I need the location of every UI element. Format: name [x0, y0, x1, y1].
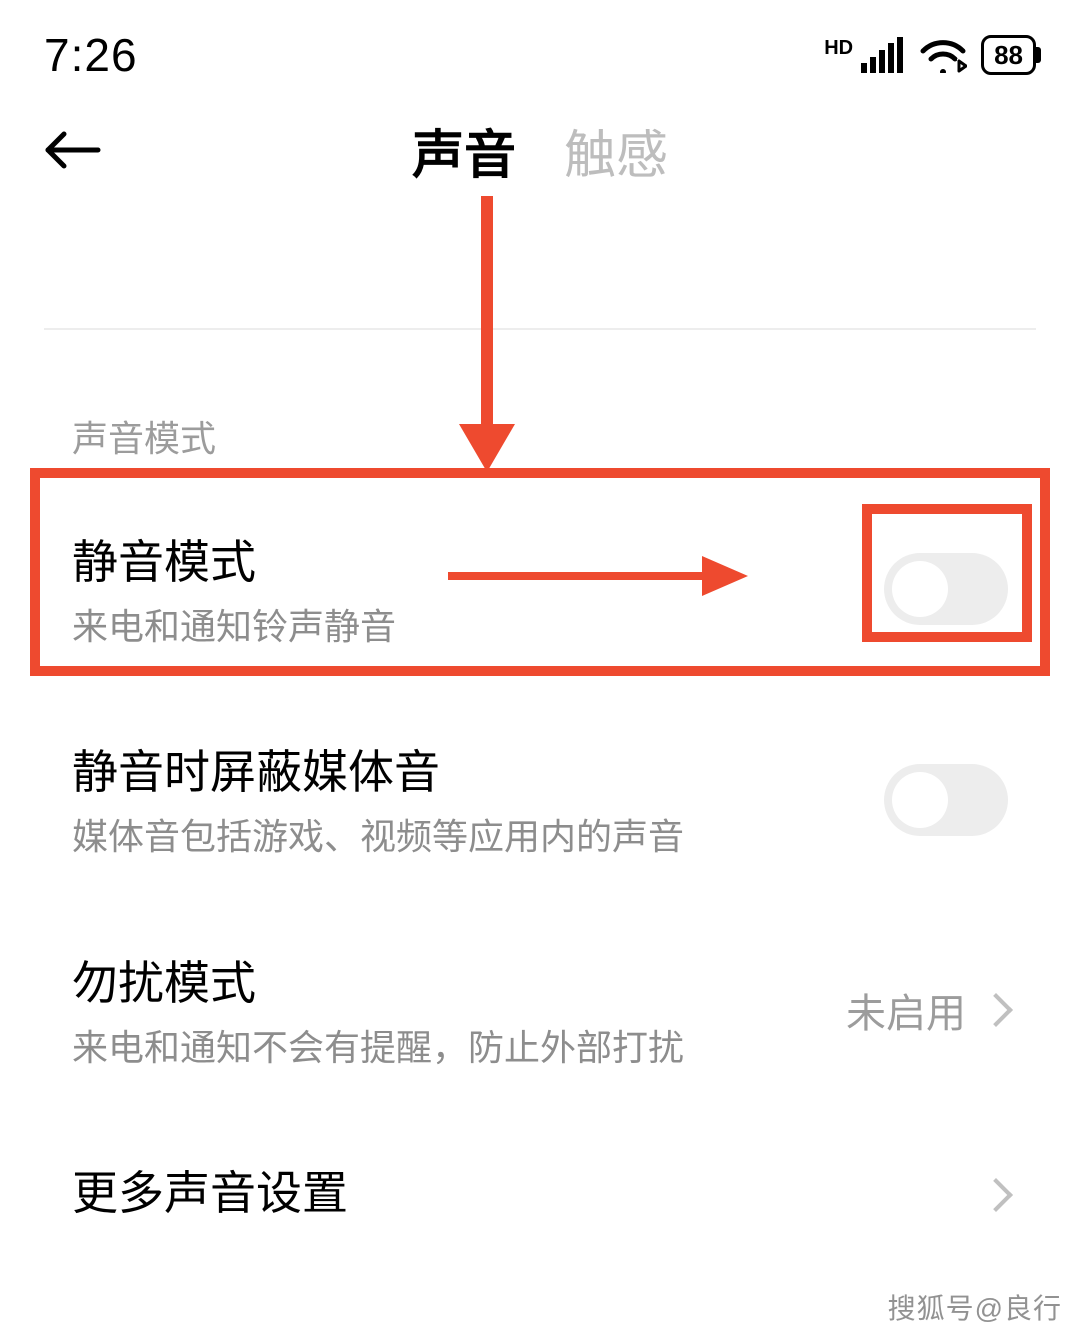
signal-icon: [861, 37, 905, 73]
row-mute-media[interactable]: 静音时屏蔽媒体音 媒体音包括游戏、视频等应用内的声音: [0, 694, 1080, 904]
row-text: 静音时屏蔽媒体音 媒体音包括游戏、视频等应用内的声音: [72, 736, 854, 862]
row-title: 勿扰模式: [72, 947, 816, 1013]
row-text: 勿扰模式 来电和通知不会有提醒，防止外部打扰: [72, 947, 816, 1073]
row-subtitle: 来电和通知铃声静音: [72, 602, 854, 652]
network-hd-label: HD: [824, 37, 853, 60]
tab-sound[interactable]: 声音: [412, 113, 516, 188]
silent-mode-toggle[interactable]: [884, 553, 1008, 625]
status-indicators: HD 88: [824, 35, 1036, 75]
battery-percent: 88: [994, 40, 1023, 71]
watermark-text: 搜狐号@良行: [888, 1287, 1062, 1327]
tab-haptic[interactable]: 触感: [564, 113, 668, 188]
row-dnd[interactable]: 勿扰模式 来电和通知不会有提醒，防止外部打扰 未启用: [0, 905, 1080, 1115]
wifi-icon: [919, 37, 967, 73]
battery-indicator: 88: [981, 35, 1036, 75]
row-silent-mode[interactable]: 静音模式 来电和通知铃声静音: [0, 484, 1080, 694]
back-button[interactable]: [44, 120, 104, 180]
chevron-right-icon: [979, 1178, 1013, 1212]
dnd-value: 未启用: [846, 981, 966, 1039]
arrow-left-icon: [44, 130, 102, 170]
status-time: 7:26: [44, 28, 138, 82]
header-divider: [44, 328, 1036, 330]
row-title: 静音时屏蔽媒体音: [72, 736, 854, 802]
row-text: 更多声音设置: [72, 1157, 954, 1233]
row-subtitle: 来电和通知不会有提醒，防止外部打扰: [72, 1023, 816, 1073]
row-title: 更多声音设置: [72, 1157, 954, 1223]
chevron-right-icon: [979, 993, 1013, 1027]
section-label-sound-mode: 声音模式: [72, 410, 1008, 462]
page-header: 声音 触感: [0, 90, 1080, 228]
row-text: 静音模式 来电和通知铃声静音: [72, 526, 854, 652]
mute-media-toggle[interactable]: [884, 764, 1008, 836]
header-tabs: 声音 触感: [412, 113, 668, 188]
row-more-sound-settings[interactable]: 更多声音设置: [0, 1115, 1080, 1275]
row-title: 静音模式: [72, 526, 854, 592]
status-bar: 7:26 HD 88: [0, 0, 1080, 90]
row-subtitle: 媒体音包括游戏、视频等应用内的声音: [72, 812, 854, 862]
